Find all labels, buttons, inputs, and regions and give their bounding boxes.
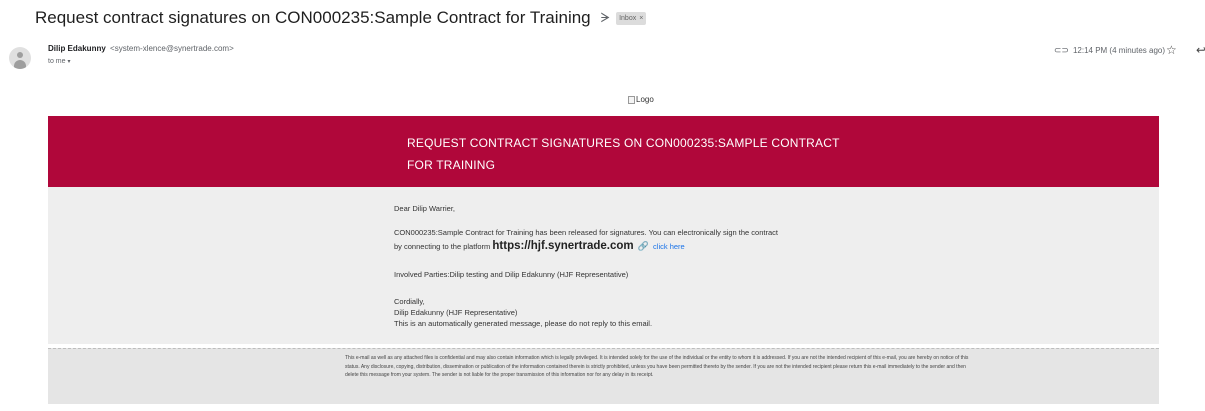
- banner-title: REQUEST CONTRACT SIGNATURES ON CON000235…: [407, 132, 907, 176]
- sender-name[interactable]: Dilip Edakunny: [48, 44, 106, 53]
- paperclip-icon: ⊂⊃: [1053, 45, 1069, 55]
- platform-prefix: by connecting to the platform: [394, 242, 491, 251]
- subject-row: Request contract signatures on CON000235…: [35, 6, 647, 30]
- closing: Cordially,: [394, 297, 425, 306]
- greeting: Dear Dilip Warrier,: [394, 204, 455, 213]
- avatar-icon[interactable]: [9, 47, 31, 69]
- paragraph-line-1: CON000235:Sample Contract for Training h…: [394, 228, 778, 237]
- click-here-link[interactable]: click here: [653, 242, 685, 251]
- broken-image-icon: [628, 95, 635, 104]
- to-me-label: to me: [48, 58, 66, 65]
- link-icon[interactable]: 🔗: [638, 241, 649, 251]
- reply-icon[interactable]: ↩: [1196, 43, 1205, 57]
- auto-note: This is an automatically generated messa…: [394, 319, 653, 328]
- signature: Dilip Edakunny (HJF Representative): [394, 308, 518, 317]
- email-banner: REQUEST CONTRACT SIGNATURES ON CON000235…: [48, 116, 1159, 187]
- sender-address: <system-xlence@synertrade.com>: [110, 44, 234, 53]
- disclaimer-footer: This e-mail as well as any attached file…: [48, 348, 1159, 404]
- email-subject: Request contract signatures on CON000235…: [35, 8, 591, 27]
- sender-line: Dilip Edakunny <system-xlence@synertrade…: [48, 44, 234, 53]
- star-icon[interactable]: ☆: [1166, 43, 1177, 57]
- involved-parties: Involved Parties:Dilip testing and Dilip…: [394, 270, 629, 279]
- banner-title-line-2: FOR TRAINING: [407, 158, 496, 172]
- logo-alt-text: Logo: [636, 95, 654, 104]
- recipient-dropdown[interactable]: to me ▾: [48, 58, 71, 65]
- chevron-down-icon[interactable]: ▾: [68, 59, 71, 65]
- email-content: Dear Dilip Warrier, CON000235:Sample Con…: [48, 187, 1159, 344]
- banner-title-line-1: REQUEST CONTRACT SIGNATURES ON CON000235…: [407, 136, 840, 150]
- platform-url: https://hjf.synertrade.com: [492, 240, 634, 252]
- inbox-label-chip[interactable]: Inbox ×: [616, 11, 647, 25]
- paragraph-line-2: by connecting to the platform https://hj…: [394, 240, 685, 252]
- inbox-label-text: Inbox: [619, 14, 637, 22]
- remove-label-icon[interactable]: ×: [639, 15, 643, 22]
- email-meta: ⊂⊃ 12:14 PM (4 minutes ago): [1054, 45, 1165, 56]
- logo-image: Logo: [628, 95, 654, 104]
- label-importance-icon[interactable]: ᗒ: [601, 10, 610, 26]
- email-time: 12:14 PM (4 minutes ago): [1072, 46, 1165, 55]
- disclaimer-text: This e-mail as well as any attached file…: [345, 355, 969, 378]
